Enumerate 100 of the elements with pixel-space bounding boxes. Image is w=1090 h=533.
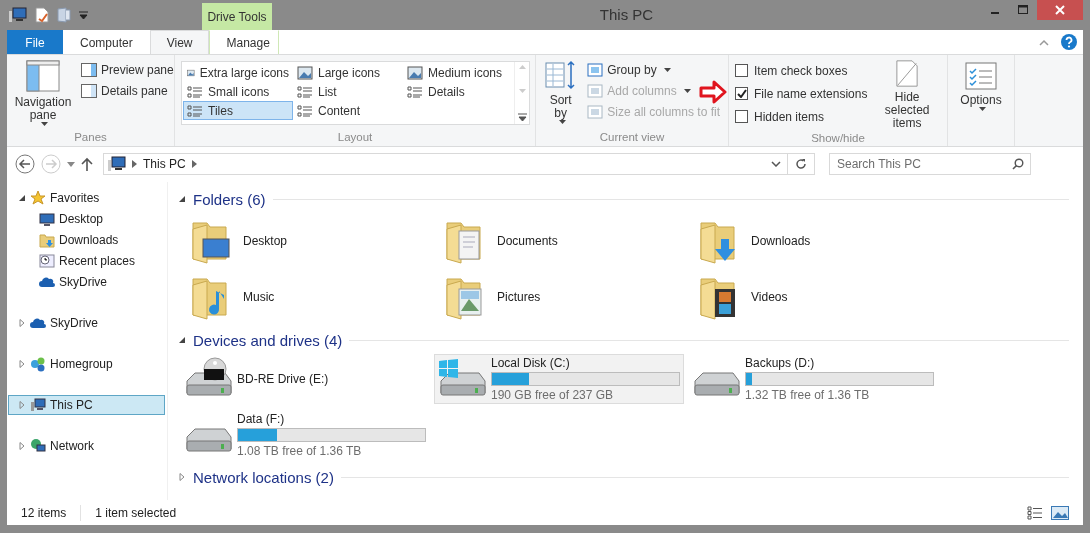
star-icon <box>30 190 46 206</box>
computer-icon <box>30 397 46 413</box>
collapse-ribbon-icon[interactable] <box>1039 38 1049 46</box>
layout-option[interactable]: List <box>293 82 403 101</box>
back-icon <box>15 154 35 174</box>
large-icons-view-icon[interactable] <box>1051 506 1069 520</box>
maximize-icon <box>1018 5 1028 15</box>
view-layout-icon <box>297 103 313 118</box>
group-header[interactable]: Network locations (2) <box>193 468 334 486</box>
pane-toggle-button[interactable]: Details pane <box>79 81 170 100</box>
navigation-pane-icon <box>26 60 60 92</box>
drive-tile[interactable]: Local Disk (C:) 190 GB free of 237 GB <box>434 354 684 404</box>
hide-selected-items-button[interactable]: Hide selected items <box>873 58 941 132</box>
nav-item[interactable]: SkyDrive <box>8 272 165 292</box>
layout-option[interactable]: Details <box>403 82 513 101</box>
forward-icon <box>41 154 61 174</box>
breadcrumb[interactable]: This PC <box>143 157 186 171</box>
up-button[interactable] <box>81 157 93 171</box>
free-space: 190 GB free of 237 GB <box>491 388 615 402</box>
navigation-pane-button[interactable]: Navigation pane <box>13 58 73 131</box>
caret-icon <box>683 88 691 93</box>
nav-item[interactable]: This PC <box>8 395 165 415</box>
nav-item[interactable]: SkyDrive <box>8 313 165 333</box>
homegroup-icon <box>30 356 46 372</box>
drive-tile[interactable]: Data (F:) 1.08 TB free of 1.36 TB <box>180 410 430 460</box>
help-icon[interactable] <box>1061 34 1077 50</box>
collapsed-arrow-icon[interactable] <box>178 473 186 481</box>
layout-option[interactable]: Small icons <box>183 82 293 101</box>
folder-icon <box>39 232 55 248</box>
group-header[interactable]: Folders (6) <box>193 190 266 208</box>
view-layout-icon <box>407 65 423 80</box>
dropdown-icon[interactable] <box>79 11 88 19</box>
sort-icon <box>544 60 577 90</box>
nav-item[interactable]: Desktop <box>8 209 165 229</box>
history-dropdown-icon[interactable] <box>771 161 781 167</box>
options-button[interactable]: Options <box>954 60 1008 113</box>
collapsed-arrow-icon[interactable] <box>18 319 26 327</box>
expanded-arrow-icon[interactable] <box>18 194 26 202</box>
ribbon-tab[interactable]: File <box>7 30 63 54</box>
details-view-icon[interactable] <box>1027 506 1043 520</box>
checkbox-label: Hidden items <box>754 109 825 124</box>
new-folder-icon[interactable] <box>57 7 71 23</box>
column-icon <box>587 103 604 120</box>
close-button[interactable] <box>1037 0 1083 20</box>
drive-tile[interactable]: BD-RE Drive (E:) <box>180 354 430 404</box>
nav-item[interactable]: Downloads <box>8 230 165 250</box>
layout-option[interactable]: Tiles <box>183 101 293 120</box>
network-icon <box>30 438 46 454</box>
folder-name[interactable]: Desktop <box>243 234 288 248</box>
recent-locations-icon[interactable] <box>67 161 75 167</box>
search-icon[interactable] <box>1012 158 1024 170</box>
nav-item[interactable]: Favorites <box>8 188 165 208</box>
hidden-file-icon <box>896 60 919 87</box>
nav-item[interactable]: Recent places <box>8 251 165 271</box>
view-command[interactable]: Group by <box>585 60 673 79</box>
expanded-arrow-icon[interactable] <box>178 336 186 344</box>
group-label: Show/hide <box>810 132 866 146</box>
caret-icon <box>979 107 986 111</box>
item-count: 12 items <box>21 506 67 520</box>
folder-name[interactable]: Videos <box>751 290 788 304</box>
folder-name[interactable]: Documents <box>497 234 558 248</box>
free-space: 1.32 TB free of 1.36 TB <box>745 388 871 402</box>
sort-by-button[interactable]: Sort by <box>542 58 580 131</box>
folder-name[interactable]: Music <box>243 290 275 304</box>
expanded-arrow-icon[interactable] <box>178 195 186 203</box>
back-button[interactable] <box>15 154 35 174</box>
properties-icon[interactable] <box>35 7 49 23</box>
ribbon-tab[interactable]: Computer <box>63 30 150 54</box>
refresh-icon[interactable] <box>795 158 807 170</box>
layout-option[interactable]: Large icons <box>293 63 403 82</box>
column-icon <box>587 61 604 78</box>
breadcrumb-arrow-icon[interactable] <box>191 160 197 168</box>
collapsed-arrow-icon[interactable] <box>18 360 26 368</box>
search-field[interactable]: Search This PC <box>829 153 1031 175</box>
pointer-arrow-icon <box>699 80 727 104</box>
group-header[interactable]: Devices and drives (4) <box>193 331 343 349</box>
expand-gallery-icon[interactable] <box>517 113 527 121</box>
drive-name: BD-RE Drive (E:) <box>237 372 329 386</box>
computer-icon[interactable] <box>9 7 27 23</box>
window-title: This PC <box>598 5 655 25</box>
folder-name[interactable]: Pictures <box>497 290 541 304</box>
checkbox[interactable] <box>735 64 748 77</box>
nav-item[interactable]: Homegroup <box>8 354 165 374</box>
layout-option[interactable]: Medium icons <box>403 63 513 82</box>
collapsed-arrow-icon[interactable] <box>18 442 26 450</box>
monitor-icon <box>39 211 55 227</box>
layout-option[interactable]: Content <box>293 101 403 120</box>
layout-option[interactable]: Extra large icons <box>183 63 293 82</box>
checkbox[interactable] <box>735 87 748 100</box>
ribbon-tab[interactable]: View <box>149 30 210 54</box>
address-bar[interactable]: This PC <box>103 153 815 175</box>
drive-tile[interactable]: Backups (D:) 1.32 TB free of 1.36 TB <box>688 354 938 404</box>
drive-name: Backups (D:) <box>745 356 816 370</box>
nav-item[interactable]: Network <box>8 436 165 456</box>
checkbox[interactable] <box>735 110 748 123</box>
view-layout-icon <box>297 84 313 99</box>
pane-toggle-button[interactable]: Preview pane <box>79 60 176 79</box>
group-label: Panes <box>73 131 108 145</box>
breadcrumb-arrow-icon[interactable] <box>132 160 137 168</box>
folder-name[interactable]: Downloads <box>751 234 811 248</box>
